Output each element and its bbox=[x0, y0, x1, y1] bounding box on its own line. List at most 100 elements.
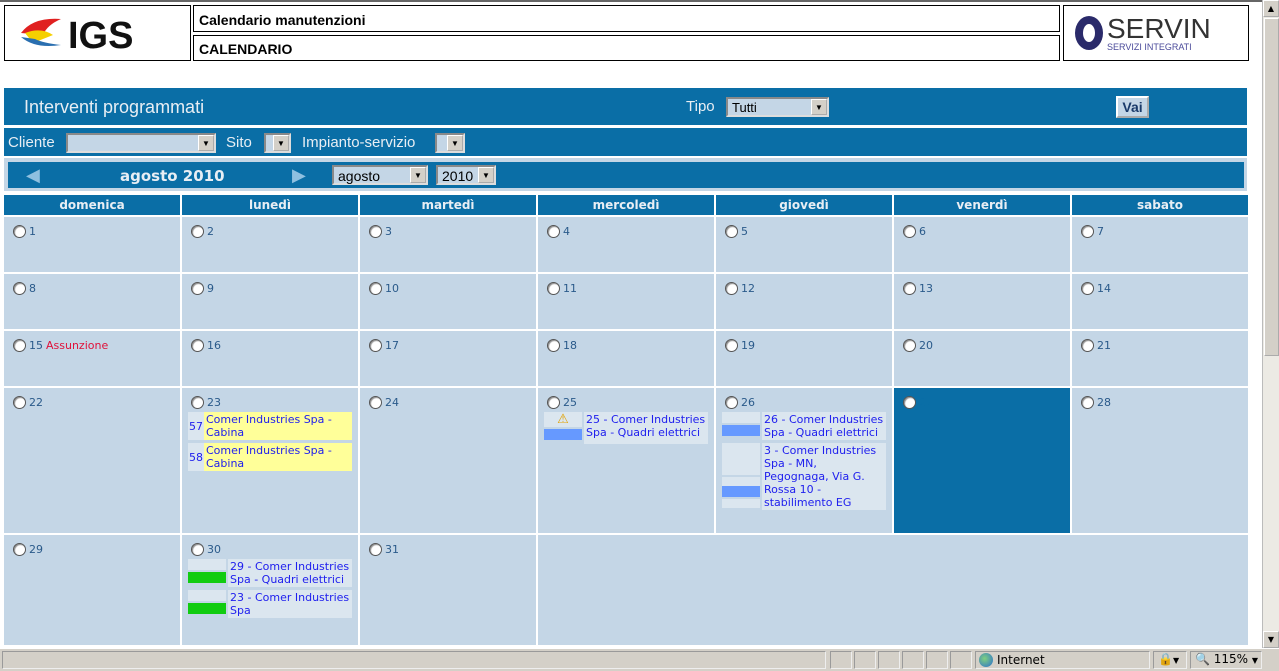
day-cell[interactable]: 12 bbox=[716, 272, 892, 329]
calendar-event[interactable]: 58 Comer Industries Spa - Cabina bbox=[188, 443, 352, 471]
day-cell[interactable]: 1 bbox=[4, 215, 180, 272]
svg-text:SERVIZI INTEGRATI: SERVIZI INTEGRATI bbox=[1107, 42, 1192, 52]
day-cell[interactable]: 10 bbox=[360, 272, 536, 329]
day-number: 11 bbox=[563, 282, 577, 295]
day-number: 22 bbox=[29, 396, 43, 409]
day-cell[interactable]: 13 bbox=[894, 272, 1070, 329]
prev-month-arrow-icon[interactable]: ◀ bbox=[26, 165, 40, 186]
day-cell[interactable]: 16 bbox=[182, 329, 358, 386]
day-cell[interactable]: 30 29 - Comer Industries Spa - Quadri ele… bbox=[182, 533, 358, 645]
month-select[interactable]: agosto ▼ bbox=[332, 165, 428, 185]
day-cell[interactable]: 26 26 - Comer Industries Spa - Quadri ele… bbox=[716, 386, 892, 533]
sito-label: Sito bbox=[226, 134, 252, 151]
day-radio[interactable] bbox=[191, 225, 204, 238]
day-radio[interactable] bbox=[1081, 282, 1094, 295]
day-radio[interactable] bbox=[13, 339, 26, 352]
day-radio[interactable] bbox=[547, 396, 560, 409]
calendar-event[interactable]: 26 - Comer Industries Spa - Quadri elett… bbox=[722, 412, 886, 440]
day-radio[interactable] bbox=[725, 396, 738, 409]
day-radio[interactable] bbox=[191, 543, 204, 556]
day-radio[interactable] bbox=[369, 339, 382, 352]
sito-select[interactable]: ▼ bbox=[264, 133, 291, 153]
day-radio[interactable] bbox=[903, 396, 916, 409]
impianto-select[interactable]: ▼ bbox=[435, 133, 465, 153]
scroll-thumb[interactable] bbox=[1264, 18, 1279, 356]
calendar-event[interactable]: 57 Comer Industries Spa - Cabina bbox=[188, 412, 352, 440]
day-radio[interactable] bbox=[191, 339, 204, 352]
day-radio[interactable] bbox=[369, 543, 382, 556]
day-cell[interactable]: 14 bbox=[1072, 272, 1248, 329]
day-radio[interactable] bbox=[13, 396, 26, 409]
day-cell[interactable]: 22 bbox=[4, 386, 180, 533]
tipo-select[interactable]: Tutti ▼ bbox=[726, 97, 829, 117]
day-radio[interactable] bbox=[369, 282, 382, 295]
day-cell[interactable]: 23 57 Comer Industries Spa - Cabina 58 Comer… bbox=[182, 386, 358, 533]
day-cell[interactable]: 20 bbox=[894, 329, 1070, 386]
calendar-event[interactable]: 29 - Comer Industries Spa - Quadri elett… bbox=[188, 559, 352, 587]
day-radio[interactable] bbox=[369, 225, 382, 238]
day-radio[interactable] bbox=[903, 339, 916, 352]
day-radio[interactable] bbox=[1081, 396, 1094, 409]
day-radio[interactable] bbox=[191, 282, 204, 295]
day-radio[interactable] bbox=[547, 225, 560, 238]
day-radio[interactable] bbox=[547, 339, 560, 352]
zoom-button[interactable]: 🔍 115% ▼ bbox=[1190, 651, 1262, 669]
day-radio[interactable] bbox=[547, 282, 560, 295]
day-cell[interactable]: 25 ⚠ 25 - Comer Industries Spa - Quadri el… bbox=[538, 386, 714, 533]
day-cell[interactable]: 24 bbox=[360, 386, 536, 533]
year-select[interactable]: 2010 ▼ bbox=[436, 165, 496, 185]
day-cell[interactable]: 8 bbox=[4, 272, 180, 329]
next-month-arrow-icon[interactable]: ▶ bbox=[292, 165, 306, 186]
day-radio[interactable] bbox=[191, 396, 204, 409]
calendar-event[interactable]: 23 - Comer Industries Spa bbox=[188, 590, 352, 618]
day-cell[interactable]: 7 bbox=[1072, 215, 1248, 272]
day-radio[interactable] bbox=[13, 282, 26, 295]
day-radio[interactable] bbox=[903, 225, 916, 238]
day-cell[interactable]: 28 bbox=[1072, 386, 1248, 533]
day-radio[interactable] bbox=[725, 225, 738, 238]
day-cell[interactable]: 9 bbox=[182, 272, 358, 329]
scroll-up-icon[interactable]: ▲ bbox=[1263, 0, 1279, 17]
scroll-down-icon[interactable]: ▼ bbox=[1263, 631, 1279, 648]
tipo-value: Tutti bbox=[732, 100, 757, 115]
day-radio[interactable] bbox=[903, 282, 916, 295]
day-cell[interactable]: 4 bbox=[538, 215, 714, 272]
day-cell[interactable]: 6 bbox=[894, 215, 1070, 272]
day-radio[interactable] bbox=[13, 543, 26, 556]
day-cell[interactable]: 27 bbox=[894, 386, 1070, 533]
day-cell[interactable]: 2 bbox=[182, 215, 358, 272]
cliente-select[interactable]: ▼ bbox=[66, 133, 216, 153]
event-text: 3 - Comer Industries Spa - MN, Pegognaga… bbox=[762, 443, 886, 510]
day-cell[interactable]: 17 bbox=[360, 329, 536, 386]
day-cell[interactable]: 18 bbox=[538, 329, 714, 386]
day-radio[interactable] bbox=[725, 282, 738, 295]
calendar-event[interactable]: ⚠ 25 - Comer Industries Spa - Quadri elet… bbox=[544, 412, 708, 444]
weekday-header: sabato bbox=[1072, 195, 1248, 215]
vertical-scrollbar[interactable]: ▲ ▼ bbox=[1262, 0, 1279, 648]
day-cell[interactable]: 5 bbox=[716, 215, 892, 272]
day-cell[interactable]: 29 bbox=[4, 533, 180, 645]
tipo-label: Tipo bbox=[686, 98, 715, 115]
event-number: 58 bbox=[188, 443, 204, 471]
protected-mode-button[interactable]: 🔒▼ bbox=[1153, 651, 1187, 669]
day-radio[interactable] bbox=[1081, 339, 1094, 352]
day-number: 13 bbox=[919, 282, 933, 295]
day-number: 10 bbox=[385, 282, 399, 295]
calendar-grid: domenica lunedì martedì mercoledì gioved… bbox=[2, 195, 1250, 645]
day-cell[interactable]: 31 bbox=[360, 533, 536, 645]
day-radio[interactable] bbox=[725, 339, 738, 352]
day-cell[interactable]: 3 bbox=[360, 215, 536, 272]
day-number: 30 bbox=[207, 543, 221, 556]
vai-button[interactable]: Vai bbox=[1116, 96, 1149, 118]
day-radio[interactable] bbox=[369, 396, 382, 409]
day-cell[interactable]: 21 bbox=[1072, 329, 1248, 386]
day-cell[interactable]: 19 bbox=[716, 329, 892, 386]
day-number: 21 bbox=[1097, 339, 1111, 352]
calendar-event[interactable]: 3 - Comer Industries Spa - MN, Pegognaga… bbox=[722, 443, 886, 510]
chevron-down-icon: ▼ bbox=[447, 135, 463, 151]
day-cell[interactable]: 15 Assunzione bbox=[4, 329, 180, 386]
day-cell[interactable]: 11 bbox=[538, 272, 714, 329]
event-text: 23 - Comer Industries Spa bbox=[228, 590, 352, 618]
day-radio[interactable] bbox=[13, 225, 26, 238]
day-radio[interactable] bbox=[1081, 225, 1094, 238]
